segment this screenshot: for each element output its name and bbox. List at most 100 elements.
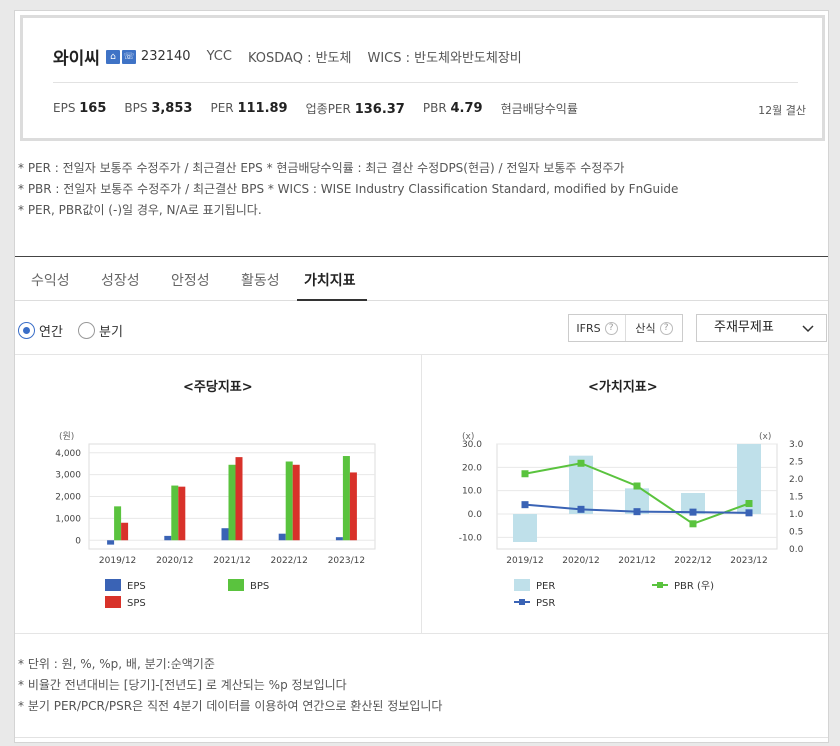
statement-type-select[interactable]: 주재무제표 bbox=[696, 314, 827, 342]
point-pbr bbox=[633, 482, 641, 490]
y-tick-label-left: 30.0 bbox=[462, 440, 482, 450]
x-tick-label: 2020/12 bbox=[156, 556, 193, 566]
bar-sps bbox=[121, 522, 129, 541]
per-share-chart: (원) 0 1,000 2,000 3,000 4,000 2019/12 2020/12 20… bbox=[55, 431, 376, 609]
stock-code: 232140 bbox=[140, 49, 191, 64]
bar-bps bbox=[171, 485, 179, 541]
radio-quarter-label: 분기 bbox=[99, 325, 123, 340]
bar-bps bbox=[285, 461, 293, 541]
point-pbr bbox=[577, 459, 585, 467]
legend-label: SPS bbox=[127, 598, 146, 609]
info-button-group: IFRS? 산식? bbox=[568, 314, 683, 342]
point-psr bbox=[745, 509, 753, 517]
point-pbr bbox=[745, 500, 753, 507]
y-tick-label: 4,000 bbox=[55, 449, 81, 459]
bar-per bbox=[513, 514, 537, 542]
point-pbr bbox=[689, 520, 697, 528]
company-info-row: 와이씨 ⌂ ☏ 232140 YCC KOSDAQ : 반도체 WICS : 반… bbox=[53, 44, 522, 69]
tab-value-indicators[interactable]: 가치지표 bbox=[304, 270, 356, 290]
ifrs-button[interactable]: IFRS? bbox=[569, 315, 625, 341]
ticker: YCC bbox=[206, 49, 232, 64]
legend-swatch bbox=[105, 579, 121, 591]
x-tick-label: 2019/12 bbox=[506, 556, 543, 566]
metric-row: EPS 165 BPS 3,853 PER 111.89 업종PER 136.3… bbox=[53, 100, 596, 117]
note-line: * 비율간 전년대비는 [당기]-[전년도] 로 계산되는 %p 정보입니다 bbox=[18, 678, 347, 692]
top-notes: * PER : 전일자 보통주 수정주가 / 최근결산 EPS * 현금배당수익… bbox=[18, 158, 678, 221]
legend-swatch bbox=[228, 579, 244, 591]
bar-bps bbox=[114, 506, 122, 541]
point-psr bbox=[521, 501, 529, 509]
y-tick-label-left: -10.0 bbox=[459, 533, 483, 543]
company-header: 와이씨 ⌂ ☏ 232140 YCC KOSDAQ : 반도체 WICS : 반… bbox=[20, 15, 825, 141]
x-tick-label: 2019/12 bbox=[99, 556, 136, 566]
point-psr bbox=[689, 508, 697, 516]
y-tick-label-right: 3.0 bbox=[789, 440, 804, 450]
help-icon[interactable]: ? bbox=[604, 321, 618, 335]
point-psr bbox=[577, 505, 585, 513]
radio-annual[interactable]: 연간 bbox=[18, 321, 63, 340]
tab-stability[interactable]: 안정성 bbox=[171, 270, 210, 290]
tab-growth[interactable]: 성장성 bbox=[101, 270, 140, 290]
x-tick-label: 2023/12 bbox=[328, 556, 365, 566]
legend-swatch-marker bbox=[519, 599, 525, 605]
legend-label: PER bbox=[536, 581, 555, 592]
x-tick-label: 2023/12 bbox=[730, 556, 767, 566]
metric-industry-per: 업종PER 136.37 bbox=[305, 102, 405, 117]
chart2-title: <가치지표> bbox=[588, 380, 658, 395]
y-tick-label-right: 2.5 bbox=[789, 458, 803, 468]
point-psr bbox=[633, 508, 641, 516]
y-tick-label: 3,000 bbox=[55, 471, 81, 481]
tab-profitability[interactable]: 수익성 bbox=[31, 270, 70, 290]
radio-quarter[interactable]: 분기 bbox=[78, 321, 123, 340]
note-line: * PBR : 전일자 보통주 수정주가 / 최근결산 BPS * WICS :… bbox=[18, 182, 679, 196]
radio-annual-dot[interactable] bbox=[18, 322, 35, 339]
ir-icon[interactable]: ☏ bbox=[121, 49, 136, 64]
bottom-strip bbox=[15, 737, 828, 743]
y-axis-right-label: (x) bbox=[759, 432, 771, 442]
metric-pbr: PBR 4.79 bbox=[422, 101, 483, 116]
bar-sps bbox=[178, 486, 186, 541]
legend-swatch-marker bbox=[657, 582, 663, 588]
y-axis-label: (원) bbox=[59, 431, 74, 442]
home-icon[interactable]: ⌂ bbox=[105, 49, 120, 64]
bottom-notes: * 단위 : 원, %, %p, 배, 분기:순액기준 * 비율간 전년대비는 … bbox=[18, 654, 442, 717]
y-tick-label: 0 bbox=[75, 536, 81, 546]
select-value: 주재무제표 bbox=[714, 320, 774, 335]
tab-activity[interactable]: 활동성 bbox=[241, 270, 280, 290]
bar-eps bbox=[107, 540, 115, 545]
x-tick-label: 2020/12 bbox=[562, 556, 599, 566]
y-tick-label-left: 20.0 bbox=[462, 463, 482, 473]
settlement-month: 12월 결산 bbox=[758, 104, 806, 117]
radio-annual-label: 연간 bbox=[39, 325, 63, 340]
bar-bps bbox=[342, 456, 350, 541]
y-tick-label: 1,000 bbox=[55, 514, 81, 524]
y-tick-label-right: 1.0 bbox=[789, 510, 804, 520]
legend-swatch bbox=[514, 579, 530, 591]
bar-eps bbox=[221, 528, 229, 541]
active-tab-indicator bbox=[297, 299, 367, 301]
bar-eps bbox=[335, 537, 343, 541]
tab-bar: 수익성 성장성 안정성 활동성 가치지표 bbox=[15, 256, 828, 301]
bar-eps bbox=[164, 535, 172, 541]
header-divider bbox=[53, 82, 798, 83]
y-tick-label-right: 1.5 bbox=[789, 493, 803, 503]
y-tick-label-left: 10.0 bbox=[462, 487, 482, 497]
legend-label: PBR (우) bbox=[674, 580, 714, 592]
y-tick-label: 2,000 bbox=[55, 493, 81, 503]
metric-bps: BPS 3,853 bbox=[124, 101, 193, 116]
formula-button[interactable]: 산식? bbox=[625, 315, 682, 341]
bar-sps bbox=[292, 464, 300, 541]
bar-sps bbox=[349, 472, 357, 541]
x-tick-label: 2021/12 bbox=[213, 556, 250, 566]
legend-label: PSR bbox=[536, 598, 555, 609]
metric-dividend-yield: 현금배당수익률 bbox=[500, 102, 578, 116]
y-tick-label-right: 0.5 bbox=[789, 528, 803, 538]
chart1-title: <주당지표> bbox=[183, 380, 253, 395]
y-tick-label-right: 0.0 bbox=[789, 545, 804, 555]
x-tick-label: 2022/12 bbox=[674, 556, 711, 566]
help-icon[interactable]: ? bbox=[659, 321, 673, 335]
market-sector: KOSDAQ : 반도체 bbox=[247, 51, 352, 66]
metric-eps: EPS 165 bbox=[53, 101, 107, 116]
radio-quarter-dot[interactable] bbox=[78, 322, 95, 339]
legend-label: EPS bbox=[127, 581, 146, 592]
